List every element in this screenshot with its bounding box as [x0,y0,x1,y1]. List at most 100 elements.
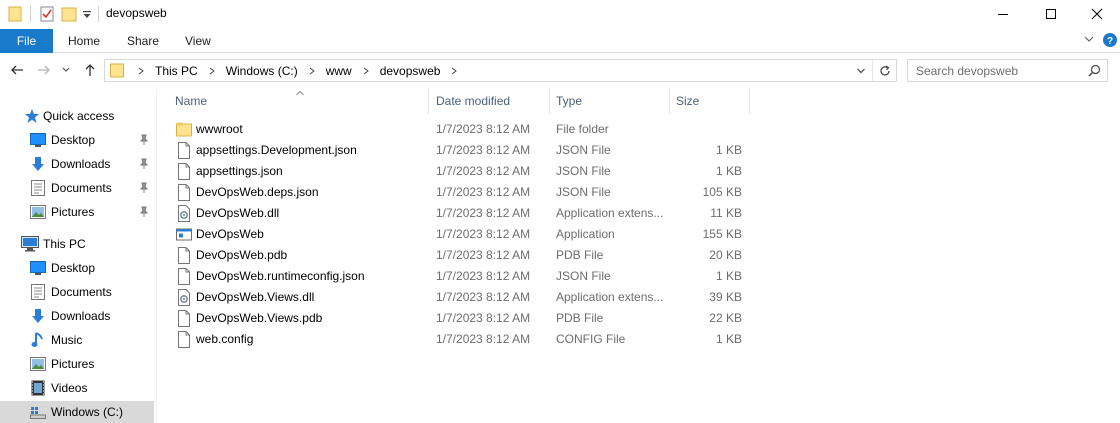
forward-button[interactable] [34,60,54,80]
table-row[interactable]: web.config 1/7/2023 8:12 AM CONFIG File … [160,329,760,350]
minimize-button[interactable] [980,0,1026,28]
tab-share[interactable]: Share [113,29,173,53]
table-row[interactable]: DevOpsWeb.Views.pdb 1/7/2023 8:12 AM PDB… [160,308,760,329]
help-icon[interactable]: ? [1102,32,1118,51]
search-icon[interactable] [1088,64,1101,80]
close-button[interactable] [1074,0,1120,28]
nav-item-desktop[interactable]: Desktop [0,257,154,279]
column-header-type[interactable]: Type [550,88,670,114]
file-type: File folder [556,122,609,136]
chevron-right-icon[interactable] [202,67,222,75]
nav-item-label: Desktop [51,261,96,275]
breadcrumb-item[interactable]: This PC [151,64,202,78]
file-size: 1 KB [715,164,742,178]
file-name: DevOpsWeb.Views.pdb [196,311,323,325]
table-row[interactable]: DevOpsWeb.Views.dll 1/7/2023 8:12 AM App… [160,287,760,308]
pane-divider[interactable] [156,90,157,423]
forward-arrow-icon [38,65,50,75]
column-header-size[interactable]: Size [670,88,750,114]
table-row[interactable]: DevOpsWeb.runtimeconfig.json 1/7/2023 8:… [160,266,760,287]
table-row[interactable]: DevOpsWeb.dll 1/7/2023 8:12 AM Applicati… [160,203,760,224]
file-name: DevOpsWeb.pdb [196,248,288,262]
title-bar: devopsweb [0,0,1120,28]
column-header-name[interactable]: Name [169,88,429,114]
file-name: DevOpsWeb [196,227,264,241]
tab-home[interactable]: Home [54,29,114,53]
chevron-right-icon[interactable] [356,67,376,75]
pictures-icon [29,355,47,373]
file-date: 1/7/2023 8:12 AM [436,185,531,199]
address-history-button[interactable] [852,60,870,81]
maximize-icon [1046,9,1056,19]
file-date: 1/7/2023 8:12 AM [436,332,531,346]
nav-item-videos[interactable]: Videos [0,377,154,399]
file-date: 1/7/2023 8:12 AM [436,227,531,241]
title-separator [98,6,99,22]
nav-item-label: Documents [51,285,112,299]
folder-icon[interactable] [8,6,22,25]
properties-icon[interactable] [39,6,55,25]
file-size: 1 KB [715,143,742,157]
file-size: 20 KB [709,248,742,262]
up-arrow-icon [85,64,95,76]
table-row[interactable]: appsettings.Development.json 1/7/2023 8:… [160,140,760,161]
application-icon [176,226,192,243]
back-button[interactable] [7,60,27,80]
table-row[interactable]: DevOpsWeb 1/7/2023 8:12 AM Application 1… [160,224,760,245]
nav-item-downloads[interactable]: Downloads [0,153,154,175]
nav-item-label: Quick access [43,109,115,123]
nav-item-this-pc[interactable]: This PC [0,233,154,255]
download-icon [29,155,47,173]
documents-icon [29,283,47,301]
tab-file[interactable]: File [0,29,53,53]
file-size: 39 KB [709,290,742,304]
drive-icon [29,403,47,421]
navigation-pane: Quick access Desktop Downloads Documents… [0,90,157,423]
chevron-down-icon [62,67,70,72]
customize-toolbar-icon[interactable] [82,9,92,23]
expand-ribbon-icon[interactable] [1083,33,1095,48]
maximize-button[interactable] [1028,0,1074,28]
nav-item-downloads[interactable]: Downloads [0,305,154,327]
table-row[interactable]: DevOpsWeb.deps.json 1/7/2023 8:12 AM JSO… [160,182,760,203]
dll-icon [176,205,192,222]
column-header-date[interactable]: Date modified [430,88,550,114]
nav-item-music[interactable]: Music [0,329,154,351]
desktop-icon [29,259,47,277]
table-row[interactable]: wwwroot 1/7/2023 8:12 AM File folder [160,119,760,140]
file-size: 105 KB [702,185,742,199]
recent-locations-button[interactable] [59,60,73,80]
file-size: 22 KB [709,311,742,325]
nav-item-quick-access[interactable]: Quick access [0,105,154,127]
up-button[interactable] [80,60,100,80]
chevron-right-icon[interactable] [302,67,322,75]
nav-item-desktop[interactable]: Desktop [0,129,154,151]
chevron-down-icon [857,68,865,73]
star-icon [23,107,41,125]
file-date: 1/7/2023 8:12 AM [436,122,531,136]
file-date: 1/7/2023 8:12 AM [436,311,531,325]
nav-item-pictures[interactable]: Pictures [0,353,154,375]
address-bar[interactable]: This PC Windows (C:) www devopsweb [104,59,897,82]
file-date: 1/7/2023 8:12 AM [436,248,531,262]
search-input[interactable] [908,60,1083,81]
nav-item-windows-c[interactable]: Windows (C:) [0,401,154,423]
chevron-right-icon[interactable] [444,67,464,75]
refresh-button[interactable] [872,60,896,81]
search-box[interactable] [907,59,1108,82]
breadcrumb-item[interactable]: Windows (C:) [222,64,302,78]
minimize-icon [998,14,1008,15]
window-title: devopsweb [106,6,167,20]
nav-item-documents[interactable]: Documents [0,177,154,199]
table-row[interactable]: appsettings.json 1/7/2023 8:12 AM JSON F… [160,161,760,182]
breadcrumb-item[interactable]: devopsweb [376,64,445,78]
breadcrumb-item[interactable]: www [322,64,356,78]
chevron-right-icon[interactable] [131,67,151,75]
nav-item-documents[interactable]: Documents [0,281,154,303]
table-row[interactable]: DevOpsWeb.pdb 1/7/2023 8:12 AM PDB File … [160,245,760,266]
new-folder-icon[interactable] [61,6,77,25]
tab-view[interactable]: View [171,29,225,53]
nav-item-label: Documents [51,181,112,195]
close-icon [1091,8,1103,20]
nav-item-pictures[interactable]: Pictures [0,201,154,223]
